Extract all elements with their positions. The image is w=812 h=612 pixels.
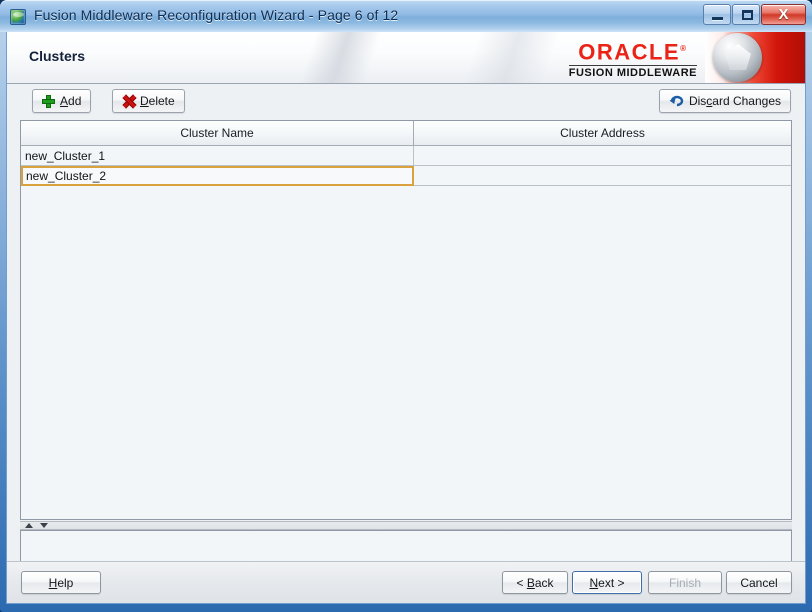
finish-button: Finish — [648, 571, 722, 594]
table-row[interactable]: new_Cluster_1 — [21, 146, 791, 166]
delete-button-label: Delete — [140, 94, 175, 108]
globe-icon — [10, 9, 26, 25]
toolbar: Add Delete Discard Changes — [7, 85, 805, 119]
add-button-label: Add — [60, 94, 82, 108]
column-header-cluster-name[interactable]: Cluster Name — [21, 121, 414, 145]
title-bar: Fusion Middleware Reconfiguration Wizard… — [0, 0, 812, 32]
x-icon — [122, 95, 135, 108]
table-header-row: Cluster Name Cluster Address — [21, 121, 791, 146]
next-button-label: Next > — [589, 575, 625, 590]
cell-cluster-address[interactable] — [414, 146, 791, 165]
oracle-wordmark: ORACLE® — [569, 38, 697, 63]
help-button-label: Help — [48, 575, 74, 590]
back-button-label: < Back — [516, 575, 554, 590]
discard-changes-button[interactable]: Discard Changes — [658, 89, 791, 113]
page-banner: Clusters ORACLE® FUSION MIDDLEWARE — [7, 32, 805, 84]
page-title: Clusters — [29, 48, 86, 64]
cell-cluster-name[interactable]: new_Cluster_1 — [21, 146, 414, 165]
brand-subtitle: FUSION MIDDLEWARE — [568, 67, 697, 80]
finish-button-label: Finish — [668, 575, 701, 590]
add-button[interactable]: Add — [32, 89, 92, 113]
client-area: Clusters ORACLE® FUSION MIDDLEWARE Add D… — [6, 32, 806, 604]
oracle-wordmark-text: ORACLE — [578, 39, 681, 65]
window-title: Fusion Middleware Reconfiguration Wizard… — [34, 7, 399, 23]
table-row[interactable]: new_Cluster_2 — [21, 166, 791, 186]
close-button[interactable]: X — [761, 4, 806, 25]
cancel-button-label: Cancel — [740, 575, 778, 590]
pane-splitter[interactable] — [20, 521, 792, 530]
plus-icon — [42, 94, 55, 108]
cell-cluster-address[interactable] — [414, 166, 791, 185]
window-controls: X — [702, 4, 806, 27]
minimize-icon — [712, 17, 723, 20]
close-icon: X — [778, 6, 789, 23]
discard-changes-label: Discard Changes — [688, 94, 781, 108]
maximize-button[interactable] — [732, 4, 760, 25]
clusters-table[interactable]: Cluster Name Cluster Address new_Cluster… — [20, 120, 792, 520]
wizard-footer: Help < Back Next > Finish Cancel — [7, 561, 805, 603]
undo-icon — [669, 95, 684, 108]
application-window: Fusion Middleware Reconfiguration Wizard… — [0, 0, 812, 612]
help-button[interactable]: Help — [21, 571, 101, 594]
minimize-button[interactable] — [703, 4, 731, 25]
delete-button[interactable]: Delete — [112, 89, 185, 113]
brand-divider — [568, 65, 697, 67]
maximize-icon — [742, 10, 753, 20]
back-button[interactable]: < Back — [502, 571, 568, 594]
triangle-down-icon[interactable] — [40, 523, 48, 528]
triangle-up-icon[interactable] — [25, 523, 33, 528]
pentagon-icon — [725, 44, 751, 70]
oracle-brand: ORACLE® FUSION MIDDLEWARE — [568, 38, 697, 80]
cancel-button[interactable]: Cancel — [726, 571, 792, 594]
next-button[interactable]: Next > — [572, 571, 642, 594]
oracle-badge — [705, 32, 805, 83]
column-header-cluster-address[interactable]: Cluster Address — [414, 121, 791, 145]
trademark-icon: ® — [680, 44, 688, 53]
cluster-name-edit-input[interactable]: new_Cluster_2 — [21, 166, 414, 186]
sphere-icon — [713, 33, 762, 82]
